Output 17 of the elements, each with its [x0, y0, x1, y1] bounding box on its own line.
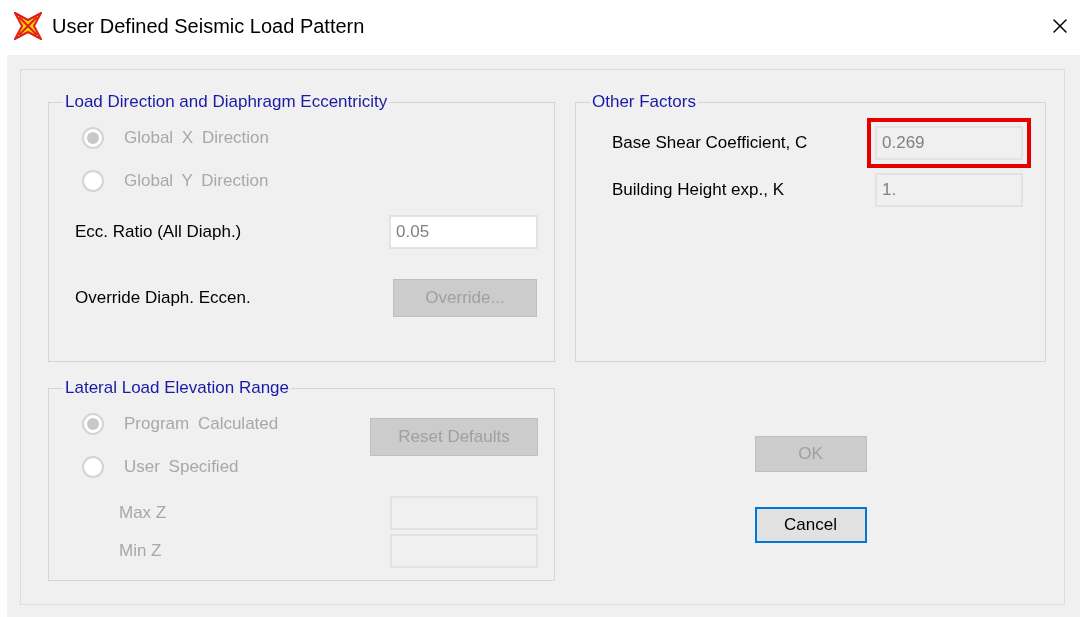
app-logo-icon [14, 12, 42, 40]
radio-label: Program Calculated [124, 414, 279, 434]
radio-label: Global Y Direction [124, 171, 269, 191]
group-title: Other Factors [591, 92, 697, 112]
dialog-button[interactable]: Cancel [754, 507, 867, 543]
radio-label: User Specified [124, 457, 239, 477]
field-label: Building Height exp., K [612, 180, 785, 200]
field-label: Ecc. Ratio (All Diaph.) [75, 222, 243, 242]
field-label: Base Shear Coefficient, C [612, 133, 809, 153]
group-title: Lateral Load Elevation Range [64, 378, 290, 398]
input-field[interactable]: 0.05 [389, 215, 538, 249]
radio-label: Global X Direction [124, 128, 269, 148]
group-title: Load Direction and Diaphragm Eccentricity [64, 92, 389, 112]
field-label: Max Z [119, 503, 168, 523]
field-label: Override Diaph. Eccen. [75, 288, 252, 308]
window-title: User Defined Seismic Load Pattern [52, 14, 366, 38]
field-label: Min Z [119, 541, 163, 561]
